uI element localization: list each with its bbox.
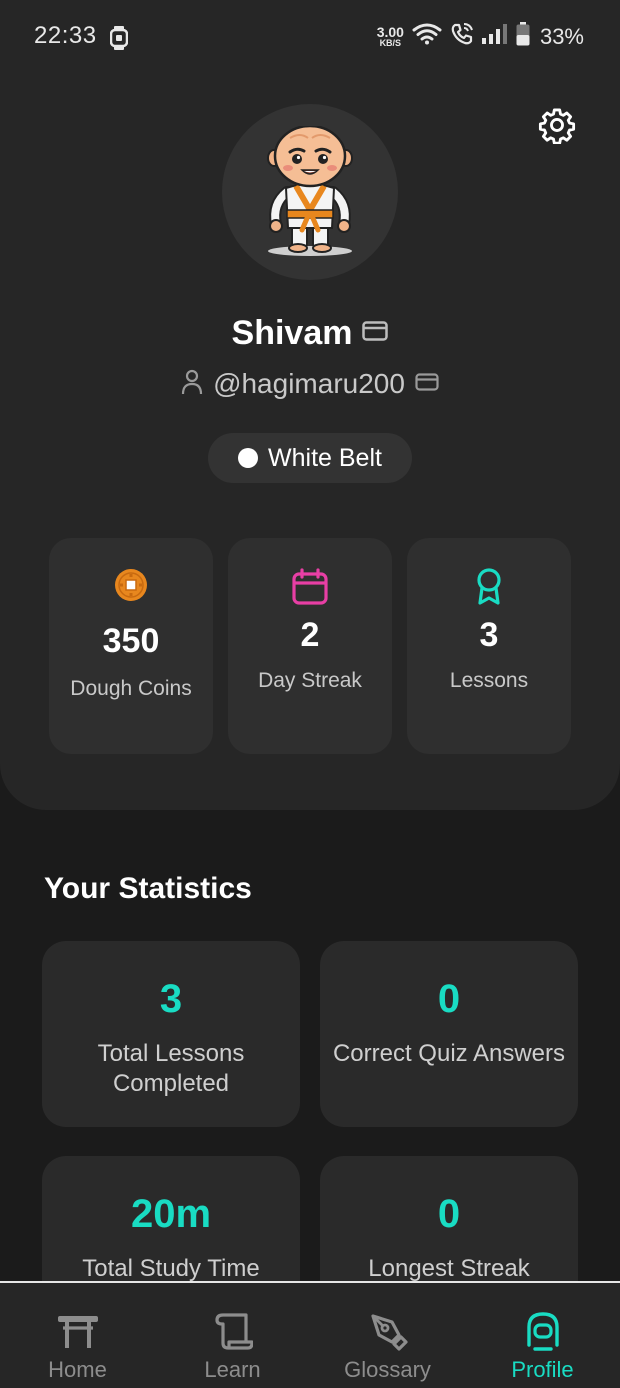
dough-coins-label: Dough Coins [70, 677, 192, 700]
day-streak-value: 2 [300, 616, 320, 654]
wifi-icon [412, 23, 442, 50]
study-time-value: 20m [130, 1192, 212, 1236]
lessons-label: Lessons [449, 669, 529, 692]
nav-label-glossary: Glossary [344, 1357, 431, 1382]
display-name-row: Shivam [0, 314, 620, 353]
network-speed: 3.00 KB/S [377, 25, 404, 48]
dough-coins-card: 350 Dough Coins [49, 538, 213, 754]
belt-rank-label: White Belt [268, 443, 382, 472]
correct-quiz-label: Correct Quiz Answers [332, 1040, 566, 1067]
longest-streak-value: 0 [437, 1192, 461, 1236]
smartwatch-icon [109, 26, 129, 55]
status-bar: 22:33 3.00 KB/S 33% [0, 0, 620, 76]
bottom-navigation: Home Learn Glossary Profile [0, 1281, 620, 1388]
correct-quiz-card: 0 Correct Quiz Answers [320, 941, 578, 1127]
id-card-icon[interactable] [362, 321, 389, 346]
username: @hagimaru200 [213, 368, 405, 399]
network-speed-value: 3.00 [376, 24, 404, 40]
nav-item-learn[interactable]: Learn [155, 1283, 310, 1388]
belt-color-dot [238, 448, 259, 468]
id-card-icon[interactable] [415, 372, 439, 396]
total-lessons-label: Total Lessons Completed [97, 1040, 245, 1097]
gear-icon [538, 108, 576, 144]
profile-icon [525, 1311, 561, 1351]
day-streak-label: Day Streak [258, 669, 362, 692]
statistics-title: Your Statistics [44, 872, 252, 905]
coin-icon [49, 568, 213, 602]
scroll-icon [213, 1311, 253, 1351]
nav-item-glossary[interactable]: Glossary [310, 1283, 465, 1388]
nav-label-profile: Profile [511, 1357, 574, 1382]
battery-percentage: 33% [539, 23, 584, 49]
user-icon [181, 369, 203, 400]
correct-quiz-value: 0 [437, 977, 461, 1021]
day-streak-card: 2 Day Streak [228, 538, 392, 754]
username-row: @hagimaru200 [0, 368, 620, 400]
status-time: 22:33 [34, 22, 97, 49]
award-ribbon-icon [407, 568, 571, 606]
pen-nib-icon [368, 1311, 408, 1351]
calendar-icon [228, 568, 392, 606]
nav-label-home: Home [48, 1357, 107, 1382]
settings-button[interactable] [536, 104, 578, 146]
nav-item-home[interactable]: Home [0, 1283, 155, 1388]
torii-gate-icon [57, 1311, 99, 1351]
total-lessons-card: 3 Total Lessons Completed [42, 941, 300, 1127]
network-speed-unit: KB/S [379, 38, 402, 48]
nav-item-profile[interactable]: Profile [465, 1283, 620, 1388]
longest-streak-label: Longest Streak [368, 1255, 530, 1282]
belt-rank-badge: White Belt [208, 433, 412, 483]
karate-kid-avatar-icon [267, 126, 353, 256]
total-lessons-value: 3 [159, 977, 183, 1021]
dough-coins-value: 350 [102, 622, 160, 660]
nav-label-learn: Learn [204, 1357, 261, 1382]
display-name: Shivam [231, 314, 353, 352]
status-indicators: 3.00 KB/S 33% [377, 22, 584, 51]
signal-strength-icon [481, 23, 508, 50]
battery-icon [516, 22, 530, 51]
lessons-value: 3 [479, 616, 499, 654]
profile-header-panel: 22:33 3.00 KB/S 33% Shivam @hagimaru200 … [0, 0, 620, 810]
avatar[interactable] [222, 104, 398, 280]
lessons-card: 3 Lessons [407, 538, 571, 754]
wifi-call-icon [450, 22, 474, 51]
study-time-label: Total Study Time [82, 1255, 260, 1282]
